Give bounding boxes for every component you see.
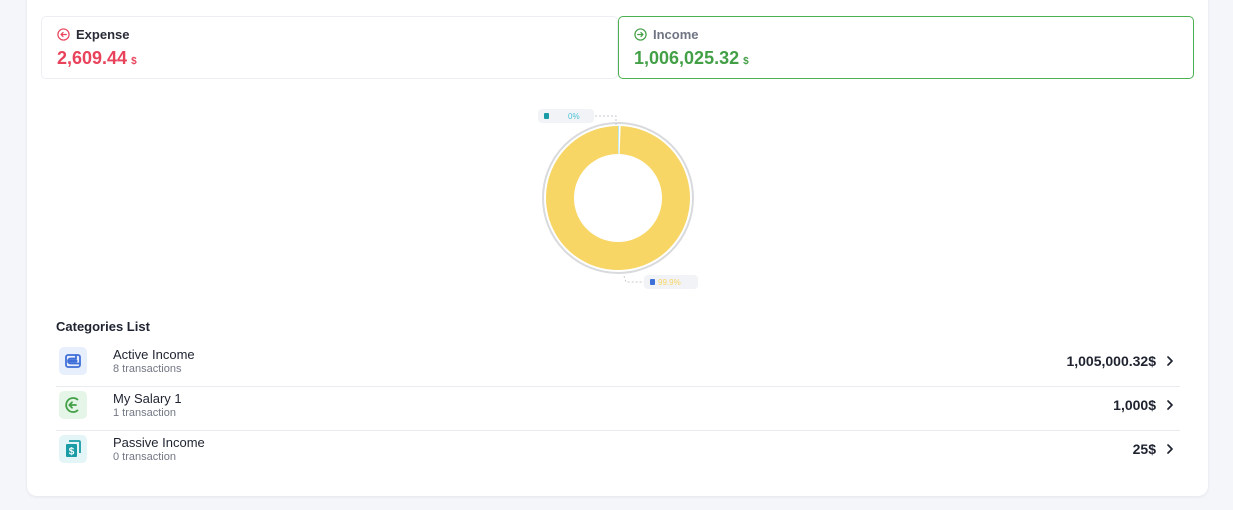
income-arrow-icon bbox=[59, 391, 87, 419]
tab-expense-label: Expense bbox=[76, 26, 130, 42]
chevron-right-icon[interactable] bbox=[1164, 443, 1176, 455]
chart-callout-icon-0 bbox=[544, 113, 549, 119]
chart-callout-icon-1 bbox=[650, 279, 655, 285]
category-amount: 25$ bbox=[1132, 441, 1156, 457]
categories-list: Active Income 8 transactions 1,005,000.32$… bbox=[56, 343, 1180, 475]
chart-data-label-0: 0% bbox=[568, 112, 580, 121]
tab-income-label: Income bbox=[653, 26, 699, 42]
tab-expense[interactable]: Expense 2,609.44 $ bbox=[41, 16, 618, 79]
category-row[interactable]: My Salary 11 transaction 1,000$ bbox=[56, 387, 1180, 431]
category-transaction-count: 1 transaction bbox=[113, 407, 176, 419]
income-icon bbox=[634, 27, 647, 41]
tab-income[interactable]: Income 1,006,025.32 $ bbox=[618, 16, 1194, 79]
category-transaction-count: 0 transaction bbox=[113, 451, 176, 463]
category-name: My Salary 1 bbox=[113, 391, 182, 406]
category-transaction-count: 8 transactions bbox=[113, 363, 182, 375]
chart-slice-1[interactable] bbox=[546, 126, 690, 270]
expense-currency: $ bbox=[131, 56, 137, 67]
wallet-icon bbox=[59, 347, 87, 375]
chevron-right-icon[interactable] bbox=[1164, 355, 1176, 367]
svg-text:$: $ bbox=[69, 447, 75, 458]
category-row[interactable]: $ Passive Income 0 transaction 25$ bbox=[56, 431, 1180, 475]
type-tabs: Expense 2,609.44 $ Income 1,006,025.32 $ bbox=[41, 16, 1194, 79]
category-row[interactable]: Active Income 8 transactions 1,005,000.32$ bbox=[56, 343, 1180, 387]
categories-title: Categories List bbox=[56, 319, 150, 334]
chevron-right-icon[interactable] bbox=[1164, 399, 1176, 411]
expense-amount: 2,609.44 bbox=[57, 48, 128, 68]
income-donut-chart: 0% 99.9% bbox=[538, 109, 698, 289]
chart-data-label-1: 99.9% bbox=[658, 278, 681, 287]
income-amount: 1,006,025.32 bbox=[634, 48, 740, 68]
expense-icon bbox=[57, 27, 70, 41]
category-name: Passive Income bbox=[113, 435, 205, 450]
category-amount: 1,005,000.32$ bbox=[1066, 353, 1156, 369]
chart-callout-line-1 bbox=[623, 275, 644, 283]
income-currency: $ bbox=[743, 56, 749, 67]
cash-icon: $ bbox=[59, 435, 87, 463]
category-amount: 1,000$ bbox=[1113, 397, 1156, 413]
category-name: Active Income bbox=[113, 347, 195, 362]
